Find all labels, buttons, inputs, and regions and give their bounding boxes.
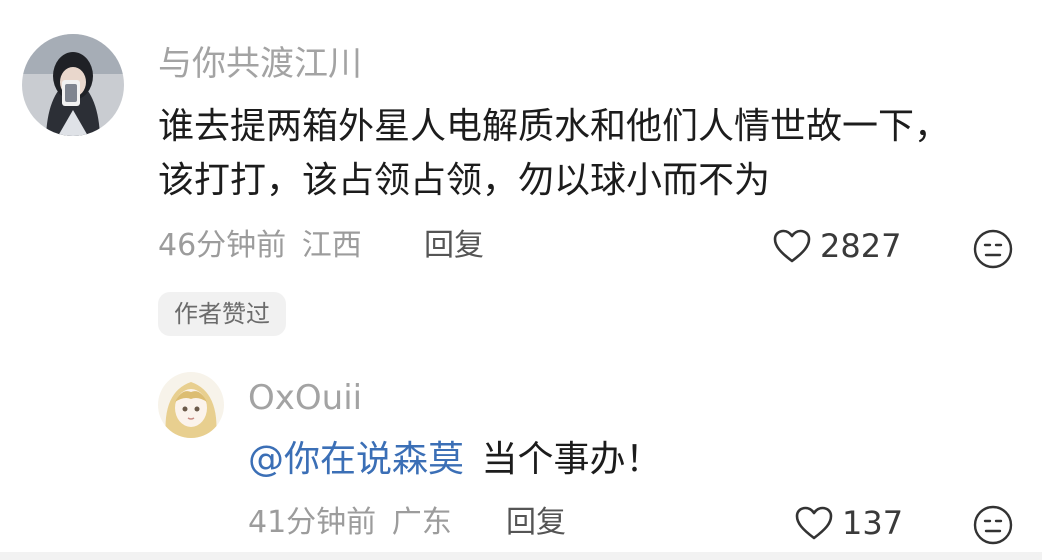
- reply-reply-button[interactable]: 回复: [506, 505, 566, 541]
- reply-message: 当个事办！: [481, 439, 662, 480]
- replier-avatar[interactable]: [158, 372, 224, 438]
- reply-dislike-button[interactable]: [971, 503, 1015, 551]
- comment-text-line-1: 谁去提两箱外星人电解质水和他们人情世故一下，: [158, 106, 951, 147]
- reply-meta: 41分钟前 广东: [248, 505, 452, 541]
- meh-face-icon: [973, 505, 1013, 545]
- comment-meta: 46分钟前 江西: [158, 228, 362, 264]
- commenter-username[interactable]: 与你共渡江川: [158, 44, 362, 84]
- bottom-divider: [0, 552, 1042, 560]
- comment-like-button[interactable]: 2827: [772, 228, 901, 264]
- avatar-illustration-icon: [158, 372, 224, 438]
- avatar-photo-icon: [22, 34, 124, 136]
- comment-time: 46分钟前: [158, 228, 287, 263]
- commenter-avatar[interactable]: [22, 34, 124, 136]
- comment-dislike-button[interactable]: [971, 227, 1015, 275]
- reply-time: 41分钟前: [248, 505, 377, 540]
- comment-text-line-2: 该打打，该占领占领，勿以球小而不为: [158, 160, 771, 201]
- reply-like-count: 137: [842, 504, 904, 542]
- reply-text: @你在说森莫 当个事办！: [248, 436, 661, 484]
- comment-like-count: 2827: [820, 227, 902, 265]
- meh-face-icon: [973, 229, 1013, 269]
- heart-outline-icon: [795, 506, 833, 540]
- replier-username[interactable]: OxOuii: [248, 378, 362, 418]
- comment-reply-button[interactable]: 回复: [424, 228, 484, 264]
- heart-outline-icon: [773, 229, 811, 263]
- author-liked-badge: 作者赞过: [158, 292, 286, 336]
- reply-like-button[interactable]: 137: [794, 505, 903, 541]
- comment-location: 江西: [301, 228, 362, 263]
- reply-mention[interactable]: @你在说森莫: [248, 439, 464, 480]
- reply-location: 广东: [391, 505, 452, 540]
